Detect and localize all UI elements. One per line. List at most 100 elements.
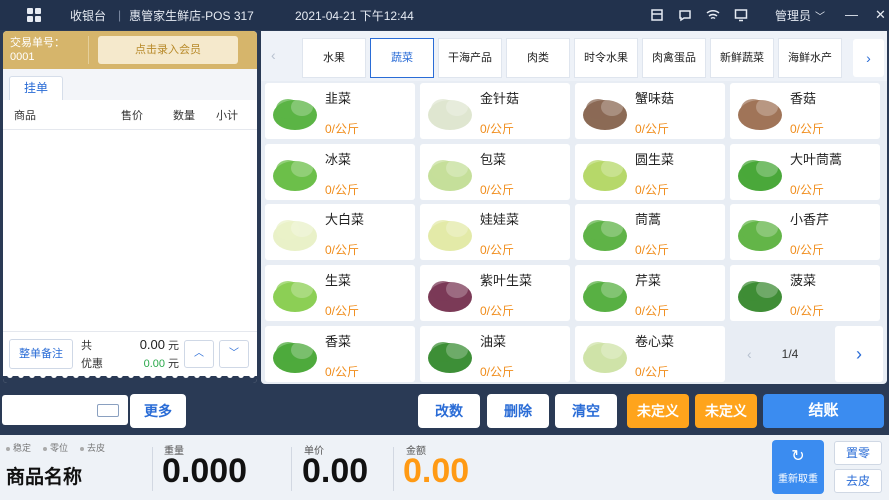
product-card[interactable]: 娃娃菜 0/公斤: [420, 204, 570, 260]
monitor-icon[interactable]: [734, 8, 748, 22]
category-tab[interactable]: 肉禽蛋品: [642, 38, 706, 78]
action-bar: 更多 改数 删除 清空 未定义 未定义 结账: [0, 389, 889, 431]
drawer-icon[interactable]: [650, 8, 664, 22]
product-card[interactable]: 菠菜 0/公斤: [730, 265, 880, 321]
product-image: [268, 208, 322, 256]
user-name: 管理员: [775, 8, 812, 23]
product-card[interactable]: 香菜 0/公斤: [265, 326, 415, 382]
product-image: [268, 87, 322, 135]
chevron-down-icon: ﹀: [815, 11, 826, 23]
add-member-button[interactable]: 点击录入会员: [98, 36, 238, 64]
category-tab-active[interactable]: 蔬菜: [370, 38, 434, 78]
datetime: 2021-04-21 下午12:44: [295, 8, 414, 23]
category-tab[interactable]: 海鲜水产: [778, 38, 842, 78]
product-card[interactable]: 紫叶生菜 0/公斤: [420, 265, 570, 321]
unit-price-value: 0.00: [302, 452, 369, 490]
product-name: 油菜: [480, 334, 507, 349]
category-tab[interactable]: 肉类: [506, 38, 570, 78]
checkout-button[interactable]: 结账: [763, 394, 884, 428]
flag-tare: 去皮: [80, 441, 105, 454]
minimize-icon[interactable]: —: [845, 8, 858, 21]
product-price: 0/公斤: [480, 122, 515, 136]
product-image: [268, 269, 322, 317]
page-next-icon[interactable]: ›: [835, 326, 883, 382]
product-price: 0/公斤: [635, 243, 670, 257]
order-header: 交易单号： 0001 点击录入会员: [3, 31, 257, 69]
product-card[interactable]: 金针菇 0/公斤: [420, 83, 570, 139]
transaction-value: 0001: [10, 51, 35, 63]
product-name: 紫叶生菜: [480, 273, 533, 288]
product-card[interactable]: 香菇 0/公斤: [730, 83, 880, 139]
close-icon[interactable]: ✕: [875, 8, 886, 21]
product-card[interactable]: 韭菜 0/公斤: [265, 83, 415, 139]
edit-quantity-button[interactable]: 改数: [418, 394, 480, 428]
more-button[interactable]: 更多: [130, 394, 186, 428]
transaction-number: 交易单号： 0001: [3, 36, 89, 64]
product-card[interactable]: 蟹味菇 0/公斤: [575, 83, 725, 139]
total-value: 0.00: [139, 336, 165, 352]
product-card[interactable]: 大叶茼蒿 0/公斤: [730, 144, 880, 200]
product-price: 0/公斤: [480, 243, 515, 257]
tab-hold-order[interactable]: 挂单: [9, 76, 63, 100]
custom-button-1[interactable]: 未定义: [627, 394, 689, 428]
apps-grid-icon[interactable]: [27, 8, 41, 22]
product-card[interactable]: 油菜 0/公斤: [420, 326, 570, 382]
product-card[interactable]: 包菜 0/公斤: [420, 144, 570, 200]
product-card[interactable]: 芹菜 0/公斤: [575, 265, 725, 321]
barcode-input[interactable]: [2, 395, 128, 425]
product-card[interactable]: 生菜 0/公斤: [265, 265, 415, 321]
message-icon[interactable]: [678, 8, 692, 22]
product-image: [268, 330, 322, 378]
order-footer: 整单备注 共 0.00 元 优惠 0.00 元 ︿ ﹀: [3, 331, 257, 375]
category-tab[interactable]: 时令水果: [574, 38, 638, 78]
wifi-icon[interactable]: [706, 8, 720, 22]
user-menu[interactable]: 管理员 ﹀: [775, 7, 825, 24]
discount-unit: 元: [168, 357, 179, 370]
product-card[interactable]: 小香芹 0/公斤: [730, 204, 880, 260]
product-card[interactable]: 茼蒿 0/公斤: [575, 204, 725, 260]
product-name: 大叶茼蒿: [790, 152, 843, 167]
col-product: 商品: [14, 109, 36, 122]
transaction-label: 交易单号：: [10, 37, 65, 49]
delete-button[interactable]: 删除: [487, 394, 549, 428]
order-item-list[interactable]: [3, 130, 257, 360]
store-name: 惠管家生鲜店-POS 317: [129, 8, 254, 23]
zero-button[interactable]: 置零: [834, 441, 882, 465]
weight-value: 0.000: [162, 452, 248, 490]
app-title: 收银台: [70, 8, 107, 23]
order-table-header: 商品 售价 数量 小计: [3, 100, 257, 130]
product-card[interactable]: 圆生菜 0/公斤: [575, 144, 725, 200]
product-price: 0/公斤: [325, 183, 360, 197]
product-name: 生菜: [325, 273, 352, 288]
divider: [152, 447, 153, 491]
product-image: [733, 269, 787, 317]
order-note-button[interactable]: 整单备注: [9, 338, 73, 369]
keyboard-icon[interactable]: [97, 404, 119, 417]
clear-button[interactable]: 清空: [555, 394, 617, 428]
product-image: [423, 208, 477, 256]
category-tab[interactable]: 干海产品: [438, 38, 502, 78]
product-card[interactable]: 冰菜 0/公斤: [265, 144, 415, 200]
scale-panel: 稳定 零位 去皮 商品名称 重量 0.000 单价 0.00 金额 0.00 ↻…: [0, 435, 889, 500]
scroll-up-button[interactable]: ︿: [184, 339, 214, 368]
category-prev-icon[interactable]: ‹: [271, 47, 276, 63]
category-tab[interactable]: 水果: [302, 38, 366, 78]
category-tab[interactable]: 新鲜蔬菜: [710, 38, 774, 78]
retare-button[interactable]: ↻ 重新取重: [772, 440, 824, 494]
product-card[interactable]: 卷心菜 0/公斤: [575, 326, 725, 382]
product-name: 卷心菜: [635, 334, 675, 349]
custom-button-2[interactable]: 未定义: [695, 394, 757, 428]
product-price: 0/公斤: [325, 243, 360, 257]
product-image: [733, 208, 787, 256]
scroll-down-button[interactable]: ﹀: [219, 339, 249, 368]
page-prev-icon[interactable]: ‹: [747, 346, 752, 362]
product-price: 0/公斤: [480, 365, 515, 379]
flag-stable: 稳定: [6, 441, 31, 454]
receipt-edge: [3, 372, 257, 383]
tare-button[interactable]: 去皮: [834, 469, 882, 493]
product-price: 0/公斤: [635, 304, 670, 318]
scale-status-flags: 稳定 零位 去皮: [6, 441, 105, 454]
product-card[interactable]: 大白菜 0/公斤: [265, 204, 415, 260]
category-next-icon[interactable]: ›: [853, 39, 884, 77]
product-name: 菠菜: [790, 273, 817, 288]
